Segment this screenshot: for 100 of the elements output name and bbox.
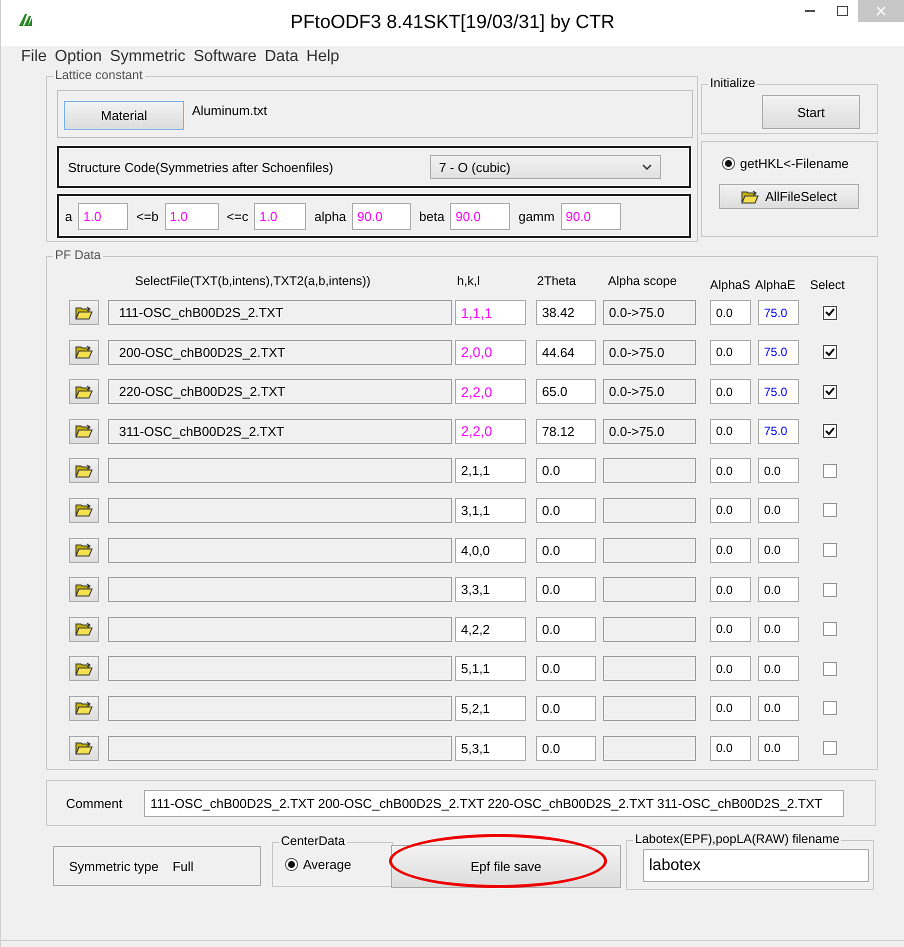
hkl-field[interactable]: 3,3,1 bbox=[455, 577, 526, 602]
two-theta-field[interactable]: 0.0 bbox=[536, 498, 596, 523]
file-field[interactable] bbox=[108, 577, 452, 602]
select-checkbox[interactable] bbox=[823, 424, 837, 438]
alpha-start-field[interactable]: 0.0 bbox=[710, 340, 751, 365]
group-title: CenterData bbox=[279, 834, 347, 848]
alpha-start-field[interactable]: 0.0 bbox=[710, 538, 751, 563]
file-field[interactable]: 220-OSC_chB00D2S_2.TXT bbox=[108, 379, 452, 404]
open-file-button[interactable] bbox=[69, 458, 99, 484]
hkl-field[interactable]: 5,3,1 bbox=[455, 736, 526, 761]
hkl-field[interactable]: 2,1,1 bbox=[455, 458, 526, 484]
start-button[interactable]: Start bbox=[762, 95, 860, 129]
alpha-start-field[interactable]: 0.0 bbox=[710, 577, 751, 602]
file-field[interactable] bbox=[108, 656, 452, 682]
two-theta-field[interactable]: 0.0 bbox=[536, 538, 596, 563]
menu-item[interactable]: Software bbox=[193, 48, 257, 70]
open-file-button[interactable] bbox=[69, 498, 99, 523]
hkl-field[interactable]: 4,2,2 bbox=[455, 616, 526, 642]
epf-save-button[interactable]: Epf file save bbox=[391, 845, 621, 888]
alpha-scope-field: 0.0->75.0 bbox=[603, 418, 696, 444]
hkl-field[interactable]: 3,1,1 bbox=[455, 498, 526, 523]
file-field[interactable] bbox=[108, 736, 452, 761]
file-field[interactable] bbox=[108, 498, 452, 523]
open-file-button[interactable] bbox=[69, 577, 99, 602]
file-field[interactable]: 111-OSC_chB00D2S_2.TXT bbox=[108, 300, 452, 325]
open-file-button[interactable] bbox=[69, 736, 99, 761]
select-checkbox[interactable] bbox=[823, 622, 837, 636]
alpha-start-field[interactable]: 0.0 bbox=[710, 418, 751, 444]
parameter-label: gamm bbox=[518, 208, 556, 224]
two-theta-field[interactable]: 0.0 bbox=[536, 458, 596, 484]
two-theta-field[interactable]: 0.0 bbox=[536, 696, 596, 721]
open-file-button[interactable] bbox=[69, 656, 99, 682]
alpha-end-field[interactable]: 0.0 bbox=[758, 736, 799, 761]
alpha-end-field[interactable]: 75.0 bbox=[758, 300, 799, 325]
all-file-select-button[interactable]: AllFileSelect bbox=[719, 184, 859, 209]
alpha-end-field[interactable]: 75.0 bbox=[758, 418, 799, 444]
open-file-button[interactable] bbox=[69, 379, 99, 404]
alpha-start-field[interactable]: 0.0 bbox=[710, 498, 751, 523]
file-field[interactable] bbox=[108, 616, 452, 642]
two-theta-field[interactable]: 0.0 bbox=[536, 736, 596, 761]
group-title: PF Data bbox=[53, 248, 103, 262]
open-file-button[interactable] bbox=[69, 616, 99, 642]
alpha-start-field[interactable]: 0.0 bbox=[710, 458, 751, 484]
select-checkbox[interactable] bbox=[823, 384, 837, 399]
alpha-start-field[interactable]: 0.0 bbox=[710, 616, 751, 642]
structure-dropdown[interactable]: 7 - O (cubic) bbox=[430, 155, 661, 179]
select-checkbox[interactable] bbox=[823, 741, 837, 756]
open-file-button[interactable] bbox=[69, 538, 99, 563]
two-theta-field[interactable]: 0.0 bbox=[536, 656, 596, 682]
material-button[interactable]: Material bbox=[64, 100, 184, 130]
alpha-end-field[interactable]: 0.0 bbox=[758, 577, 799, 602]
two-theta-field[interactable]: 78.12 bbox=[536, 418, 596, 444]
alpha-end-field[interactable]: 0.0 bbox=[758, 696, 799, 721]
menu-item[interactable]: Data bbox=[264, 48, 298, 70]
alpha-start-field[interactable]: 0.0 bbox=[710, 736, 751, 761]
file-field[interactable] bbox=[108, 696, 452, 721]
alpha-end-field[interactable]: 0.0 bbox=[758, 616, 799, 642]
file-field[interactable] bbox=[108, 538, 452, 563]
two-theta-field[interactable]: 0.0 bbox=[536, 616, 596, 642]
alpha-end-field[interactable]: 0.0 bbox=[758, 656, 799, 682]
alpha-end-field[interactable]: 0.0 bbox=[758, 538, 799, 563]
two-theta-field[interactable]: 65.0 bbox=[536, 379, 596, 404]
alpha-start-field[interactable]: 0.0 bbox=[710, 300, 751, 325]
comment-field[interactable]: 111-OSC_chB00D2S_2.TXT 200-OSC_chB00D2S_2.TXT 220-OSC_chB00D2S_2.TXT 311-OSC_chB00D2S_2.TXT bbox=[144, 790, 844, 816]
two-theta-field[interactable]: 0.0 bbox=[536, 577, 596, 602]
select-checkbox[interactable] bbox=[823, 345, 837, 360]
menu-item[interactable]: File bbox=[21, 48, 47, 70]
select-checkbox[interactable] bbox=[823, 543, 837, 558]
alpha-end-field[interactable]: 75.0 bbox=[758, 379, 799, 404]
alpha-start-field[interactable]: 0.0 bbox=[710, 379, 751, 404]
file-field[interactable]: 200-OSC_chB00D2S_2.TXT bbox=[108, 340, 452, 365]
hkl-field[interactable]: 5,2,1 bbox=[455, 696, 526, 721]
file-field[interactable]: 311-OSC_chB00D2S_2.TXT bbox=[108, 418, 452, 444]
select-checkbox[interactable] bbox=[823, 464, 837, 478]
radio-button[interactable] bbox=[285, 858, 298, 871]
hkl-field[interactable]: 4,0,0 bbox=[455, 538, 526, 563]
two-theta-field[interactable]: 38.42 bbox=[536, 300, 596, 325]
menu-item[interactable]: Option bbox=[54, 48, 102, 70]
menu-item[interactable]: Symmetric bbox=[110, 48, 186, 70]
file-field[interactable] bbox=[108, 458, 452, 484]
open-file-button[interactable] bbox=[69, 300, 99, 325]
filename-field[interactable]: labotex bbox=[643, 849, 869, 882]
alpha-end-field[interactable]: 0.0 bbox=[758, 498, 799, 523]
column-header: AlphaS bbox=[710, 278, 750, 292]
open-file-button[interactable] bbox=[69, 418, 99, 444]
alpha-end-field[interactable]: 0.0 bbox=[758, 458, 799, 484]
select-checkbox[interactable] bbox=[823, 662, 837, 676]
hkl-field[interactable]: 5,1,1 bbox=[455, 656, 526, 682]
alpha-start-field[interactable]: 0.0 bbox=[710, 656, 751, 682]
select-checkbox[interactable] bbox=[823, 582, 837, 597]
select-checkbox[interactable] bbox=[823, 701, 837, 716]
alpha-end-field[interactable]: 75.0 bbox=[758, 340, 799, 365]
open-file-button[interactable] bbox=[69, 340, 99, 365]
select-checkbox[interactable] bbox=[823, 503, 837, 518]
alpha-start-field[interactable]: 0.0 bbox=[710, 696, 751, 721]
two-theta-field[interactable]: 44.64 bbox=[536, 340, 596, 365]
radio-button[interactable] bbox=[722, 157, 735, 170]
menu-item[interactable]: Help bbox=[306, 48, 340, 70]
select-checkbox[interactable] bbox=[823, 306, 837, 320]
open-file-button[interactable] bbox=[69, 696, 99, 721]
